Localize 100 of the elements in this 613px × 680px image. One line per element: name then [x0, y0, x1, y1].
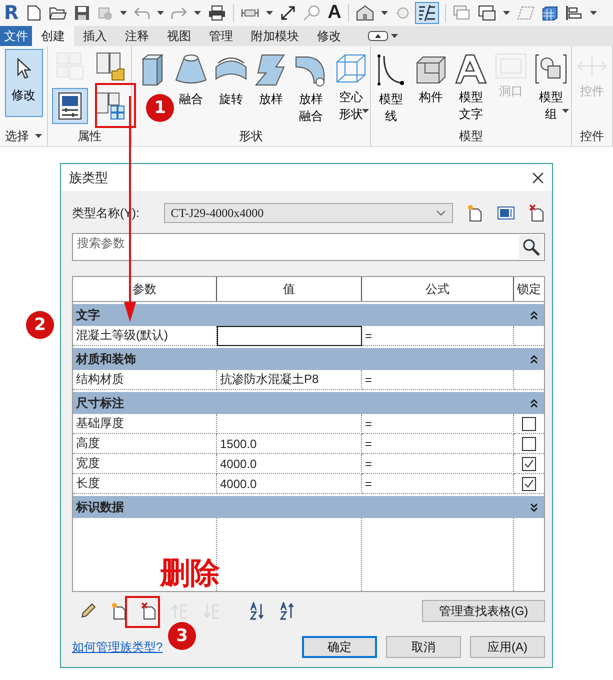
table-cell: 宽度 [73, 454, 217, 474]
value-cell[interactable] [217, 326, 362, 346]
collapse-chevron-icon[interactable] [530, 310, 538, 320]
dialog-button[interactable]: 应用(A) [470, 636, 545, 658]
tag-icon[interactable] [302, 5, 321, 21]
curve-line-icon [376, 53, 406, 87]
ribbon-tool-button[interactable]: 模型组 [532, 46, 570, 125]
ribbon-tool-button[interactable]: 模型文字 [452, 46, 490, 125]
value-cell[interactable]: 4000.0 [217, 454, 362, 474]
wireframe-cube-icon [335, 53, 367, 85]
caret-icon [156, 11, 164, 15]
panel-title: 属性 [78, 128, 102, 144]
column-header[interactable]: 参数 [73, 277, 217, 301]
column-header[interactable]: 值 [217, 277, 362, 301]
lock-checkbox[interactable] [522, 456, 536, 470]
table-cell: 高度 [73, 434, 217, 454]
highlight-frame [95, 83, 136, 128]
group-header[interactable]: 材质和装饰 [73, 348, 544, 370]
type-name-dropdown[interactable]: CT-J29-4000x4000 [164, 203, 453, 223]
group-header[interactable]: 尺寸标注 [73, 392, 544, 414]
group-header[interactable]: 文字 [73, 304, 544, 326]
collapse-chevron-icon[interactable] [530, 354, 538, 364]
measure-icon[interactable] [240, 6, 259, 20]
panels-folder-icon [94, 51, 124, 81]
app-logo[interactable]: R [4, 2, 19, 24]
align-icon[interactable] [565, 5, 584, 21]
diagonal-arrow-icon[interactable] [280, 5, 296, 21]
lookup-tables-button[interactable]: 管理查找表格(G) [422, 600, 545, 622]
close-icon[interactable] [532, 172, 544, 184]
sort-descending-icon[interactable] [279, 602, 295, 620]
ribbon-tool-button[interactable]: 模型线 [372, 46, 410, 127]
table-cell: 结构材质 [73, 370, 217, 390]
file-tab[interactable]: 文件 [0, 26, 32, 46]
step-badge: 2 [26, 311, 54, 339]
group-icon [535, 53, 567, 85]
thin-lines-icon[interactable] [416, 3, 438, 23]
value-cell[interactable] [217, 414, 362, 434]
caret-icon [503, 11, 510, 15]
group-name: 标识数据 [76, 498, 124, 516]
switch-windows-icon[interactable] [478, 5, 496, 21]
value-cell[interactable]: 1500.0 [217, 434, 362, 454]
help-link[interactable]: 如何管理族类型? [72, 638, 163, 656]
dialog-button[interactable]: 确定 [302, 636, 377, 658]
column-header[interactable]: 锁定 [514, 277, 544, 301]
redo-icon[interactable] [170, 6, 187, 20]
pencil-icon[interactable] [79, 602, 97, 620]
save-icon[interactable] [74, 5, 90, 21]
delete-document-icon[interactable] [141, 602, 157, 620]
new-document-icon[interactable] [111, 602, 127, 620]
lock-checkbox[interactable] [522, 416, 536, 430]
collapse-chevron-icon[interactable] [530, 398, 538, 408]
rename-icon[interactable] [497, 206, 515, 220]
ribbon-tool-button[interactable]: 放样融合 [292, 46, 330, 127]
value-cell[interactable]: 4000.0 [217, 474, 362, 494]
expand-chevron-icon[interactable] [530, 502, 538, 512]
ribbon-tool-button[interactable]: 放样 [252, 46, 290, 110]
delete-type-icon[interactable] [529, 204, 545, 222]
ribbon-tool-button[interactable]: 空心形状 [332, 46, 370, 125]
ribbon-tab[interactable]: 插入 [74, 26, 116, 46]
group-header[interactable]: 标识数据 [73, 496, 544, 518]
ribbon-tool-button[interactable]: 融合 [172, 46, 210, 110]
print-icon[interactable] [208, 5, 226, 21]
panel-title: 控件 [580, 128, 604, 144]
search-field[interactable]: 搜索参数 [72, 233, 545, 261]
ribbon-tool-button[interactable] [52, 88, 88, 124]
text-tool[interactable]: A [328, 2, 342, 24]
search-button[interactable] [519, 235, 543, 259]
dialog-button[interactable]: 取消 [386, 636, 461, 658]
close-windows-icon[interactable] [453, 5, 472, 21]
lock-checkbox[interactable] [522, 436, 536, 450]
undo-icon[interactable] [134, 6, 150, 20]
ribbon-tab[interactable]: 注释 [116, 26, 158, 46]
ribbon-tab[interactable]: 修改 [308, 26, 350, 46]
minimize-ribbon-icon[interactable] [368, 31, 388, 41]
value-cell[interactable]: 抗渗防水混凝土P8 [217, 370, 362, 390]
sort-ascending-icon[interactable] [249, 602, 265, 620]
group-name: 尺寸标注 [76, 394, 124, 412]
panel-title: 选择 [5, 128, 29, 144]
grid-plane-icon[interactable] [542, 5, 558, 21]
new-type-icon[interactable] [467, 204, 483, 222]
caret-icon [266, 11, 273, 15]
open-folder-icon[interactable] [48, 5, 67, 21]
sketch-plane-icon[interactable] [517, 5, 536, 21]
lock-checkbox[interactable] [522, 476, 536, 490]
ribbon-tab[interactable]: 视图 [158, 26, 200, 46]
column-header[interactable]: 公式 [362, 277, 514, 301]
table-cell: = [362, 434, 514, 454]
modify-button[interactable]: 修改 [4, 49, 42, 117]
ribbon-tab[interactable]: 创建 [32, 26, 74, 46]
panel-title: 形状 [239, 128, 263, 144]
ribbon-tab[interactable]: 管理 [200, 26, 242, 46]
dialog-title: 族类型 [69, 168, 108, 186]
ribbon-tool-button[interactable]: 构件 [412, 46, 450, 108]
annotation-note: 删除 [160, 556, 220, 592]
sliders-icon [56, 91, 82, 121]
house-icon[interactable] [356, 5, 374, 21]
ribbon-tab[interactable]: 附加模块 [242, 26, 308, 46]
table-cell: = [362, 370, 514, 390]
ribbon-tool-button[interactable]: 旋转 [212, 46, 250, 110]
new-file-icon[interactable] [26, 5, 42, 21]
